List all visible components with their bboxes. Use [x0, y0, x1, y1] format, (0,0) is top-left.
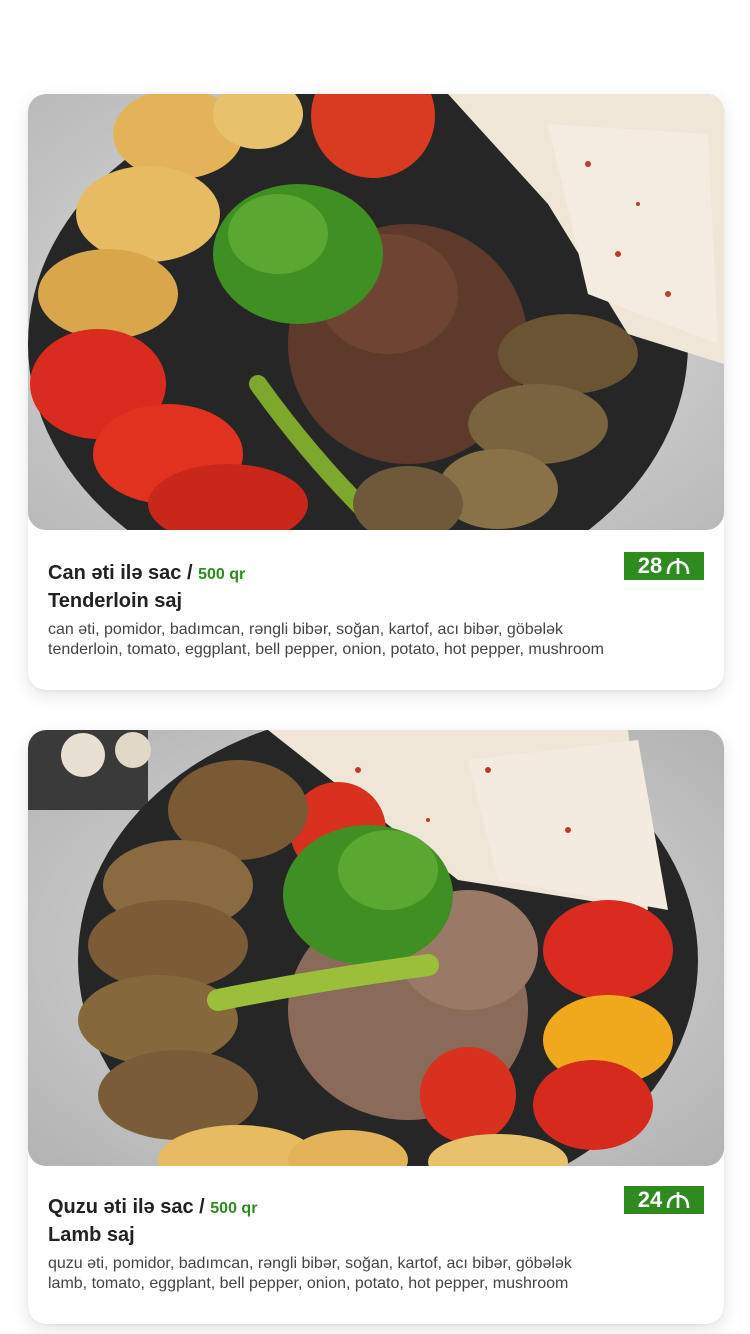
item-description: can əti, pomidor, badımcan, rəngli bibər… [48, 620, 704, 660]
item-title-az: Quzu əti ilə sac / [48, 1196, 211, 1218]
item-title-az: Can əti ilə sac / [48, 562, 199, 584]
item-title: Quzu əti ilə sac / 500 qr Lamb saj [48, 1194, 604, 1248]
item-description: quzu əti, pomidor, badımcan, rəngli bibə… [48, 1254, 704, 1294]
item-description-en: lamb, tomato, eggplant, bell pepper, oni… [48, 1275, 569, 1292]
menu-item-card[interactable]: Quzu əti ilə sac / 500 qr Lamb saj 24 qu… [28, 730, 724, 1324]
manat-icon [666, 558, 690, 575]
price-value: 28 [637, 553, 663, 578]
item-description-az: quzu əti, pomidor, badımcan, rəngli bibə… [48, 1255, 572, 1272]
item-title-en: Tenderloin saj [48, 590, 183, 612]
item-weight: 500 qr [198, 566, 246, 583]
item-description-az: can əti, pomidor, badımcan, rəngli bibər… [48, 621, 563, 638]
dish-photo [28, 730, 724, 1166]
menu-item-card[interactable]: Can əti ilə sac / 500 qr Tenderloin saj … [28, 94, 724, 690]
price-value: 24 [637, 1187, 663, 1212]
item-title: Can əti ilə sac / 500 qr Tenderloin saj [48, 560, 604, 614]
price-badge: 24 [624, 1186, 704, 1214]
dish-photo [28, 94, 724, 530]
item-description-en: tenderloin, tomato, eggplant, bell peppe… [48, 641, 604, 658]
item-weight: 500 qr [210, 1200, 258, 1217]
item-title-en: Lamb saj [48, 1224, 135, 1246]
price-badge: 28 [624, 552, 704, 580]
manat-icon [666, 1192, 690, 1209]
